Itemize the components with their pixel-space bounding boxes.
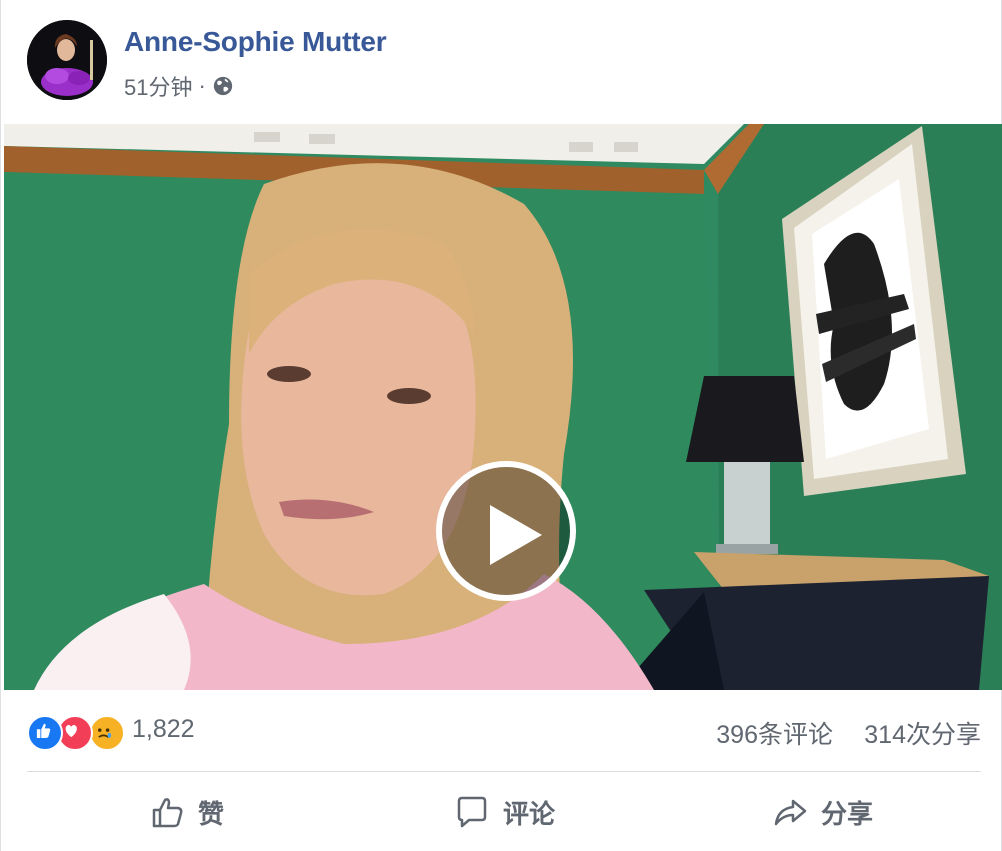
divider [27, 771, 981, 772]
reaction-count[interactable]: 1,822 [132, 715, 195, 744]
play-button[interactable] [436, 461, 576, 601]
comment-button[interactable]: 评论 [345, 776, 663, 848]
comments-count[interactable]: 396条评论 [716, 715, 833, 751]
reactions-summary: 1,822 396条评论 314次分享 [27, 712, 981, 752]
comment-icon [457, 796, 487, 828]
share-button[interactable]: 分享 [663, 776, 981, 848]
comment-label: 评论 [502, 798, 555, 829]
post-meta: 51分钟 · [124, 70, 234, 102]
post-card: Anne-Sophie Mutter 51分钟 · 1,822 396条评论 3… [0, 0, 1002, 851]
play-icon [490, 505, 542, 565]
shares-count[interactable]: 314次分享 [864, 715, 981, 751]
video-player[interactable] [4, 124, 1002, 690]
sad-icon [89, 715, 125, 751]
like-button[interactable]: 赞 [27, 776, 345, 848]
like-icon [27, 715, 63, 751]
globe-icon[interactable] [212, 75, 234, 97]
like-label: 赞 [197, 798, 224, 829]
share-icon [774, 799, 807, 826]
post-timestamp[interactable]: 51分钟 [124, 70, 192, 102]
share-label: 分享 [820, 798, 873, 829]
author-avatar[interactable] [27, 20, 107, 100]
action-bar: 赞 评论 分享 [27, 776, 981, 848]
meta-separator: · [198, 73, 206, 98]
author-name[interactable]: Anne-Sophie Mutter [124, 26, 387, 58]
reaction-icons[interactable] [27, 712, 127, 751]
thumbs-up-icon [152, 798, 183, 828]
video-frame [4, 124, 1002, 690]
post-header: Anne-Sophie Mutter 51分钟 · [27, 20, 967, 102]
